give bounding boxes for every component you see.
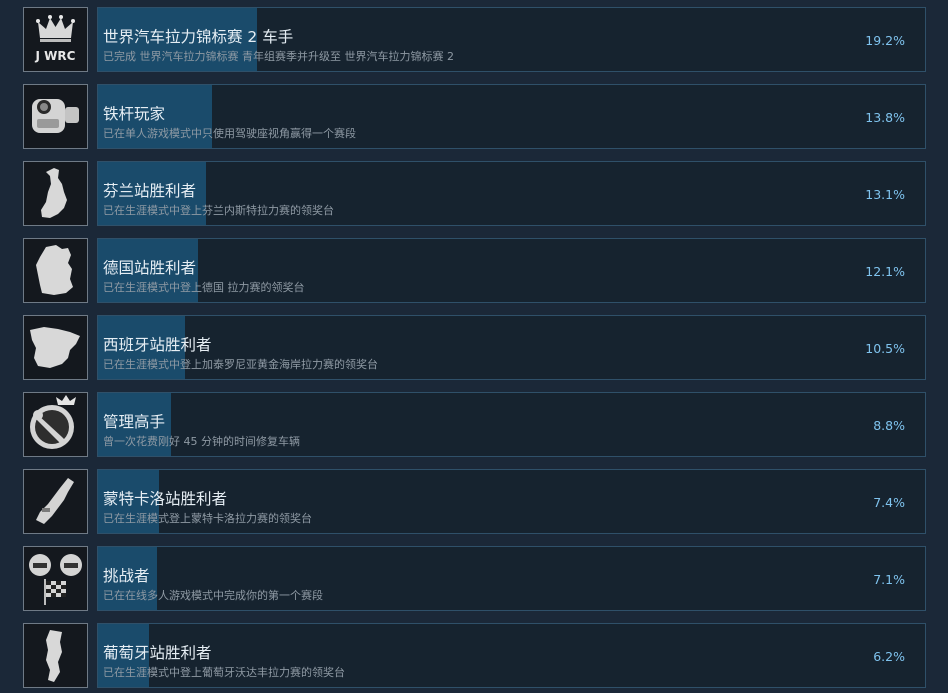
wrench-crown-icon xyxy=(23,392,88,457)
achievement-title: 蒙特卡洛站胜利者 xyxy=(103,490,228,508)
germany-map-icon xyxy=(23,238,88,303)
helmets-flag-icon xyxy=(23,546,88,611)
achievement-list: J WRC 世界汽车拉力锦标赛 2 车手 已完成 世界汽车拉力锦标赛 青年组赛季… xyxy=(0,0,948,693)
achievement-row[interactable]: 德国站胜利者 已在生涯模式中登上德国 拉力赛的领奖台 12.1% xyxy=(23,238,926,303)
achievement-title: 铁杆玩家 xyxy=(103,105,166,123)
achievement-desc: 已完成 世界汽车拉力锦标赛 青年组赛季并升级至 世界汽车拉力锦标赛 2 xyxy=(103,50,454,63)
achievement-row[interactable]: 管理高手 曾一次花费刚好 45 分钟的时间修复车辆 8.8% xyxy=(23,392,926,457)
achievement-row[interactable]: 挑战者 已在在线多人游戏模式中完成你的第一个赛段 7.1% xyxy=(23,546,926,611)
progress-bar: 世界汽车拉力锦标赛 2 车手 已完成 世界汽车拉力锦标赛 青年组赛季并升级至 世… xyxy=(97,7,926,72)
achievement-desc: 已在在线多人游戏模式中完成你的第一个赛段 xyxy=(103,589,323,602)
achievement-title: 芬兰站胜利者 xyxy=(103,182,197,200)
achievement-desc: 已在生涯模式中登上葡萄牙沃达丰拉力赛的领奖台 xyxy=(103,666,345,679)
jwrc-crown-icon: J WRC xyxy=(23,7,88,72)
achievement-title: 管理高手 xyxy=(103,413,166,431)
achievement-title: 挑战者 xyxy=(103,567,150,585)
progress-bar: 西班牙站胜利者 已在生涯模式中登上加泰罗尼亚黄金海岸拉力赛的领奖台 10.5% xyxy=(97,315,926,380)
unlock-percent: 12.1% xyxy=(865,264,905,279)
achievement-desc: 曾一次花费刚好 45 分钟的时间修复车辆 xyxy=(103,435,300,448)
unlock-percent: 7.4% xyxy=(873,495,905,510)
unlock-percent: 6.2% xyxy=(873,649,905,664)
progress-bar: 管理高手 曾一次花费刚好 45 分钟的时间修复车辆 8.8% xyxy=(97,392,926,457)
achievement-row[interactable]: 蒙特卡洛站胜利者 已在生涯模式登上蒙特卡洛拉力赛的领奖台 7.4% xyxy=(23,469,926,534)
progress-bar: 铁杆玩家 已在单人游戏模式中只使用驾驶座视角赢得一个赛段 13.8% xyxy=(97,84,926,149)
progress-bar: 德国站胜利者 已在生涯模式中登上德国 拉力赛的领奖台 12.1% xyxy=(97,238,926,303)
achievement-desc: 已在生涯模式中登上德国 拉力赛的领奖台 xyxy=(103,281,305,294)
achievement-row[interactable]: 芬兰站胜利者 已在生涯模式中登上芬兰内斯特拉力赛的领奖台 13.1% xyxy=(23,161,926,226)
camera-icon xyxy=(23,84,88,149)
unlock-percent: 13.1% xyxy=(865,187,905,202)
achievement-row[interactable]: J WRC 世界汽车拉力锦标赛 2 车手 已完成 世界汽车拉力锦标赛 青年组赛季… xyxy=(23,7,926,72)
progress-bar: 蒙特卡洛站胜利者 已在生涯模式登上蒙特卡洛拉力赛的领奖台 7.4% xyxy=(97,469,926,534)
portugal-map-icon xyxy=(23,623,88,688)
achievement-title: 世界汽车拉力锦标赛 2 车手 xyxy=(103,28,294,46)
monaco-map-icon xyxy=(23,469,88,534)
finland-map-icon xyxy=(23,161,88,226)
spain-map-icon xyxy=(23,315,88,380)
unlock-percent: 13.8% xyxy=(865,110,905,125)
unlock-percent: 7.1% xyxy=(873,572,905,587)
achievement-title: 葡萄牙站胜利者 xyxy=(103,644,212,662)
icon-lettering: J WRC xyxy=(35,49,76,63)
unlock-percent: 19.2% xyxy=(865,33,905,48)
achievement-desc: 已在生涯模式登上蒙特卡洛拉力赛的领奖台 xyxy=(103,512,312,525)
progress-bar: 挑战者 已在在线多人游戏模式中完成你的第一个赛段 7.1% xyxy=(97,546,926,611)
achievement-row[interactable]: 铁杆玩家 已在单人游戏模式中只使用驾驶座视角赢得一个赛段 13.8% xyxy=(23,84,926,149)
achievement-title: 德国站胜利者 xyxy=(103,259,197,277)
unlock-percent: 10.5% xyxy=(865,341,905,356)
achievement-row[interactable]: 西班牙站胜利者 已在生涯模式中登上加泰罗尼亚黄金海岸拉力赛的领奖台 10.5% xyxy=(23,315,926,380)
unlock-percent: 8.8% xyxy=(873,418,905,433)
progress-bar: 葡萄牙站胜利者 已在生涯模式中登上葡萄牙沃达丰拉力赛的领奖台 6.2% xyxy=(97,623,926,688)
progress-bar: 芬兰站胜利者 已在生涯模式中登上芬兰内斯特拉力赛的领奖台 13.1% xyxy=(97,161,926,226)
achievement-desc: 已在生涯模式中登上加泰罗尼亚黄金海岸拉力赛的领奖台 xyxy=(103,358,378,371)
achievement-title: 西班牙站胜利者 xyxy=(103,336,212,354)
achievement-row[interactable]: 葡萄牙站胜利者 已在生涯模式中登上葡萄牙沃达丰拉力赛的领奖台 6.2% xyxy=(23,623,926,688)
achievement-desc: 已在单人游戏模式中只使用驾驶座视角赢得一个赛段 xyxy=(103,127,356,140)
achievement-desc: 已在生涯模式中登上芬兰内斯特拉力赛的领奖台 xyxy=(103,204,334,217)
